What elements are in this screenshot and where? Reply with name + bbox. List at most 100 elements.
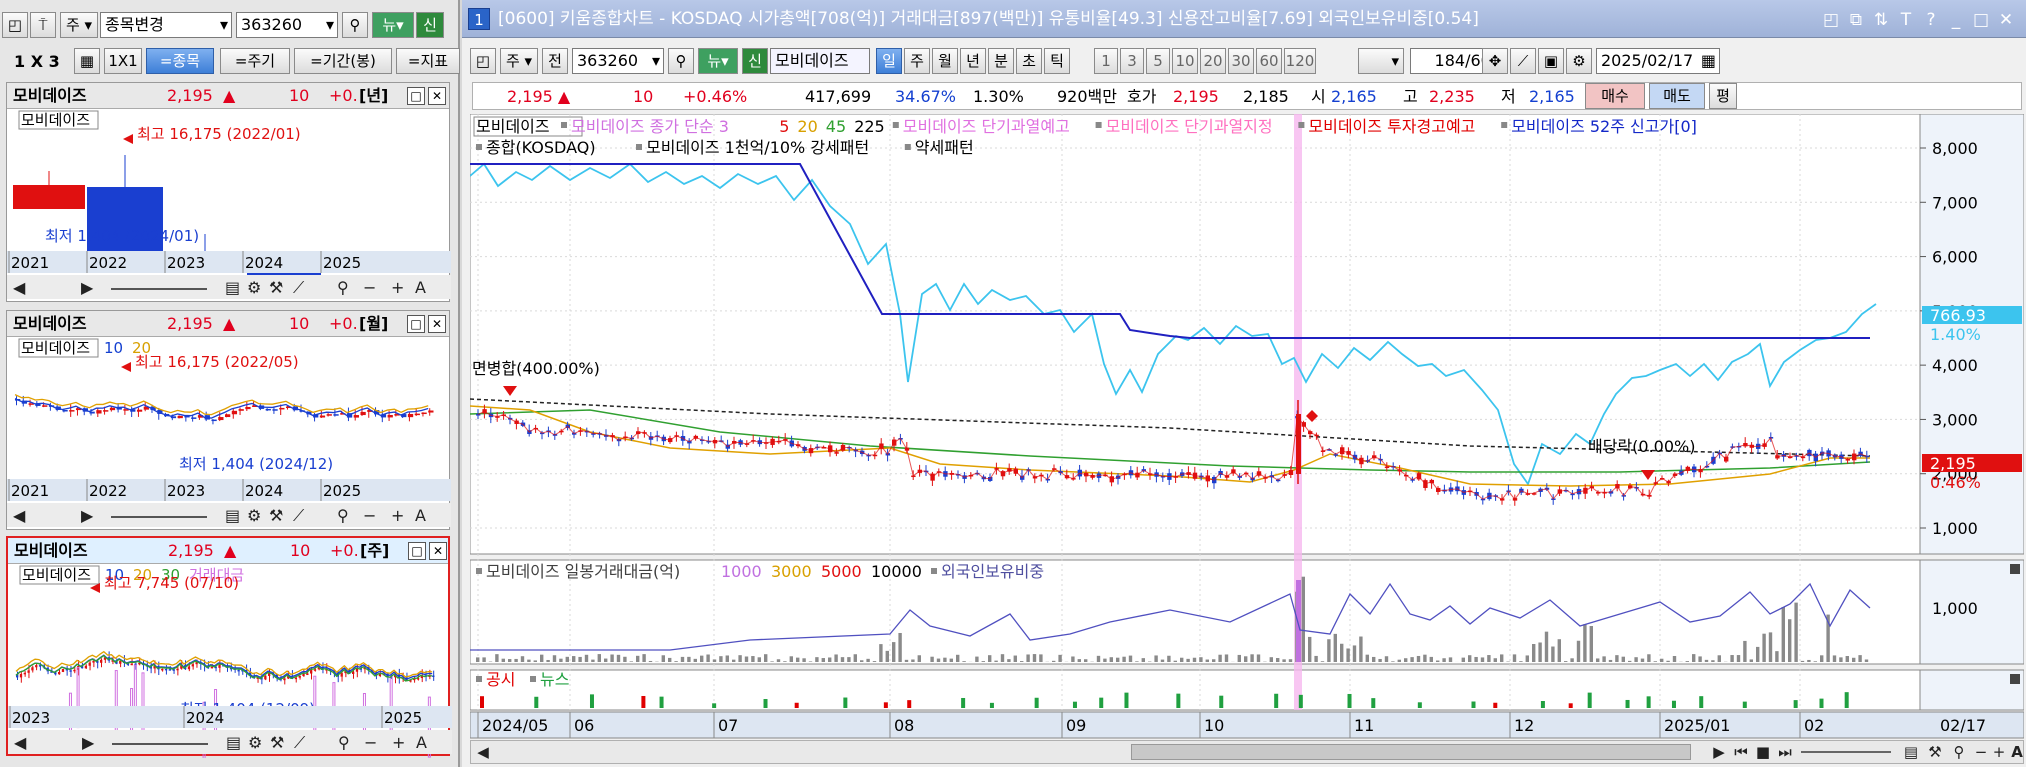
scroll-left-icon[interactable]: ◀ xyxy=(13,506,26,525)
scroll-right-icon[interactable]: ▶ xyxy=(81,278,94,297)
period-select[interactable]: 주 ▾ xyxy=(60,12,98,38)
scroll-thumb[interactable] xyxy=(1131,744,1691,760)
mini-chart-svg[interactable]: 모비데이즈 10 20최고 16,175 (2022/05)최저 1,404 (20… xyxy=(7,337,451,531)
zoom-in-icon[interactable]: + xyxy=(392,733,405,752)
close-icon[interactable]: ✕ xyxy=(429,542,447,560)
text-icon[interactable]: T xyxy=(1895,9,1917,31)
crosshair-icon[interactable]: ✥ xyxy=(1482,48,1508,74)
maximize-icon[interactable]: □ xyxy=(407,315,425,333)
tool-icon[interactable]: ⚒ xyxy=(1925,742,1945,762)
restore-icon[interactable]: ◰ xyxy=(1820,9,1842,31)
gear-icon[interactable]: ⚙ xyxy=(247,278,261,297)
buy-button[interactable]: 매수 xyxy=(1585,83,1645,109)
interval-button-60[interactable]: 60 xyxy=(1256,48,1282,74)
stock-code-input[interactable]: 363260 ▾ xyxy=(572,48,664,74)
scroll-right-icon[interactable]: ▶ xyxy=(82,733,95,752)
chart-type-icon[interactable]: ▤ xyxy=(226,733,241,752)
search-icon[interactable]: ⚲ xyxy=(342,12,368,38)
zoom-out-icon[interactable]: − xyxy=(363,278,376,297)
stock-change-select[interactable]: 종목변경 ▾ xyxy=(100,12,232,38)
search-icon[interactable]: ⚲ xyxy=(668,48,694,74)
search-icon[interactable]: ⚲ xyxy=(337,506,349,525)
maximize-icon[interactable]: □ xyxy=(408,542,426,560)
scroll-right-icon[interactable]: ▶ xyxy=(1709,742,1729,762)
line-tool-icon[interactable]: ⟋ xyxy=(293,278,305,297)
pane-close-icon[interactable] xyxy=(2010,564,2020,574)
chart-type-icon[interactable]: ▤ xyxy=(225,278,240,297)
zoom-out-icon[interactable]: − xyxy=(364,733,377,752)
line-tool-icon[interactable]: ⟋ xyxy=(1510,48,1536,74)
scroll-left-icon[interactable]: ◀ xyxy=(14,733,27,752)
scroll-left-icon[interactable]: ◀ xyxy=(13,278,26,297)
text-icon[interactable]: A xyxy=(2007,742,2026,762)
pane-close-icon[interactable] xyxy=(2010,674,2020,684)
period-button-4[interactable]: 분 xyxy=(988,48,1014,74)
restore-icon[interactable]: ◰ xyxy=(470,48,496,74)
link-range-button[interactable]: =기간(봉) xyxy=(294,48,392,74)
maximize-icon[interactable]: □ xyxy=(1970,9,1992,31)
news-button[interactable]: 뉴▾ xyxy=(698,48,738,74)
pin-icon[interactable]: ⍑ xyxy=(30,12,56,38)
average-button[interactable]: 평 xyxy=(1709,83,1737,109)
tool-icon[interactable]: ⚒ xyxy=(270,733,284,752)
period-button-5[interactable]: 초 xyxy=(1016,48,1042,74)
help-icon[interactable]: ? xyxy=(1920,9,1942,31)
link-stock-button[interactable]: =종목 xyxy=(146,48,214,74)
period-button-6[interactable]: 틱 xyxy=(1044,48,1070,74)
main-chart[interactable]: 8,0007,0006,0005,0004,0003,0002,0001,000… xyxy=(470,114,2024,740)
period-button-2[interactable]: 월 xyxy=(932,48,958,74)
zoom-slider[interactable] xyxy=(1801,751,1891,753)
layout-1x1-button[interactable]: 1X1 xyxy=(104,48,142,74)
search-icon[interactable]: ⚲ xyxy=(338,733,350,752)
interval-button-120[interactable]: 120 xyxy=(1284,48,1316,74)
interval-button-30[interactable]: 30 xyxy=(1228,48,1254,74)
period-button-0[interactable]: 일 xyxy=(876,48,902,74)
new-tag-button[interactable]: 신 xyxy=(416,12,444,38)
forward-icon[interactable]: ⏭ xyxy=(1775,742,1795,762)
zoom-in-icon[interactable]: + xyxy=(391,506,404,525)
period-button-3[interactable]: 년 xyxy=(960,48,986,74)
zoom-in-icon[interactable]: + xyxy=(1989,742,2009,762)
period-select[interactable]: 주 ▾ xyxy=(500,48,538,74)
restore-icon[interactable]: ◰ xyxy=(2,12,28,38)
date-field[interactable]: 2025/02/17 ▦ xyxy=(1596,48,1720,74)
mini-chart-svg[interactable]: 모비데이즈102030거래대금최고 7,745 (07/10)최저 1,404 … xyxy=(8,564,452,758)
stop-icon[interactable]: ■ xyxy=(1753,742,1773,762)
interval-button-10[interactable]: 10 xyxy=(1172,48,1198,74)
copy-icon[interactable]: ⧉ xyxy=(1845,9,1867,31)
scroll-icon[interactable]: ⇅ xyxy=(1870,9,1892,31)
period-button-1[interactable]: 주 xyxy=(904,48,930,74)
tool-icon[interactable]: ⚒ xyxy=(269,506,283,525)
sell-button[interactable]: 매도 xyxy=(1649,83,1705,109)
news-button[interactable]: 뉴▾ xyxy=(372,12,414,38)
scroll-right-icon[interactable]: ▶ xyxy=(81,506,94,525)
interval-button-20[interactable]: 20 xyxy=(1200,48,1226,74)
chart-type-icon[interactable]: ▤ xyxy=(1901,742,1921,762)
text-icon[interactable]: A xyxy=(415,506,426,525)
prev-button[interactable]: 전 xyxy=(542,48,568,74)
rewind-icon[interactable]: ⏮ xyxy=(1731,742,1751,762)
maximize-icon[interactable]: □ xyxy=(407,87,425,105)
interval-button-5[interactable]: 5 xyxy=(1146,48,1170,74)
zoom-in-icon[interactable]: + xyxy=(391,278,404,297)
line-tool-icon[interactable]: ⟋ xyxy=(293,506,305,525)
mini-chart-svg[interactable]: 모비데이즈최고 16,175 (2022/01) 최저 1,404 (2024/0… xyxy=(7,109,451,303)
interval-select[interactable]: ▾ xyxy=(1358,48,1404,74)
tool-icon[interactable]: ⚒ xyxy=(269,278,283,297)
line-tool-icon[interactable]: ⟋ xyxy=(294,733,306,752)
new-tag-button[interactable]: 신 xyxy=(742,48,768,74)
minimize-icon[interactable]: _ xyxy=(1945,9,1967,31)
search-icon[interactable]: ⚲ xyxy=(1949,742,1969,762)
link-indicator-button[interactable]: =지표 xyxy=(396,48,460,74)
close-icon[interactable]: ✕ xyxy=(428,315,446,333)
gear-icon[interactable]: ⚙ xyxy=(248,733,262,752)
interval-button-1[interactable]: 1 xyxy=(1094,48,1118,74)
grid-icon[interactable]: ▦ xyxy=(74,48,100,74)
text-icon[interactable]: A xyxy=(416,733,427,752)
gear-icon[interactable]: ⚙ xyxy=(1566,48,1592,74)
scroll-left-icon[interactable]: ◀ xyxy=(473,742,493,762)
search-icon[interactable]: ⚲ xyxy=(337,278,349,297)
link-period-button[interactable]: =주기 xyxy=(220,48,290,74)
close-icon[interactable]: ✕ xyxy=(1995,9,2017,31)
stock-code-input[interactable]: 363260 ▾ xyxy=(236,12,338,38)
